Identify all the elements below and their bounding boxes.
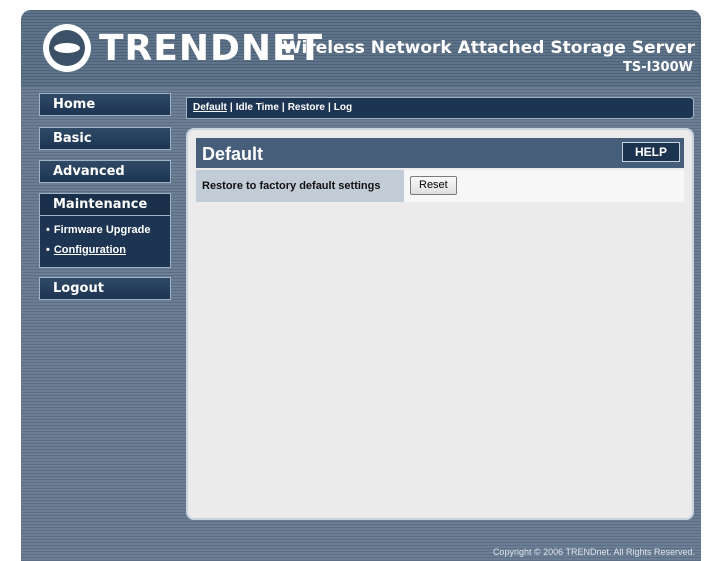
sidebar-item-maintenance[interactable]: Maintenance xyxy=(39,193,171,216)
reset-button[interactable]: Reset xyxy=(410,176,457,195)
setting-label: Restore to factory default settings xyxy=(196,170,404,202)
tab-restore[interactable]: Restore xyxy=(288,102,325,113)
maintenance-submenu: • Firmware Upgrade • Configuration xyxy=(39,215,171,268)
app-frame: TRENDNET Wireless Network Attached Stora… xyxy=(21,10,701,561)
copyright-text: Copyright © 2006 TRENDnet. All Rights Re… xyxy=(492,547,695,557)
sidebar-item-logout[interactable]: Logout xyxy=(39,277,171,300)
tab-idle-time[interactable]: Idle Time xyxy=(236,102,279,113)
product-model: TS-I300W xyxy=(623,60,693,75)
page-title: Default xyxy=(202,144,264,164)
sidebar-item-advanced[interactable]: Advanced xyxy=(39,160,171,183)
tab-separator: | xyxy=(327,102,331,113)
tab-separator: | xyxy=(281,102,285,113)
setting-row: Restore to factory default settings Rese… xyxy=(196,170,684,202)
tab-bar: Default | Idle Time | Restore | Log xyxy=(186,97,694,119)
tab-log[interactable]: Log xyxy=(334,102,352,113)
sidebar-item-basic[interactable]: Basic xyxy=(39,127,171,150)
submenu-item-label: Configuration xyxy=(53,244,126,256)
bullet-icon: • xyxy=(46,244,50,256)
product-title: Wireless Network Attached Storage Server xyxy=(282,38,695,58)
bullet-icon: • xyxy=(46,224,50,236)
submenu-item-firmware-upgrade[interactable]: • Firmware Upgrade xyxy=(46,224,150,236)
tab-separator: | xyxy=(229,102,233,113)
tab-default[interactable]: Default xyxy=(193,102,227,113)
header: TRENDNET Wireless Network Attached Stora… xyxy=(21,10,701,86)
submenu-item-configuration[interactable]: • Configuration xyxy=(46,244,126,256)
content-panel: Default HELP Restore to factory default … xyxy=(186,128,694,520)
brand-logo: TRENDNET xyxy=(43,24,323,72)
sidebar-item-home[interactable]: Home xyxy=(39,93,171,116)
help-button[interactable]: HELP xyxy=(622,142,680,162)
trendnet-logo-icon xyxy=(43,24,91,72)
submenu-item-label: Firmware Upgrade xyxy=(53,224,151,236)
panel-header: Default HELP xyxy=(196,138,684,168)
